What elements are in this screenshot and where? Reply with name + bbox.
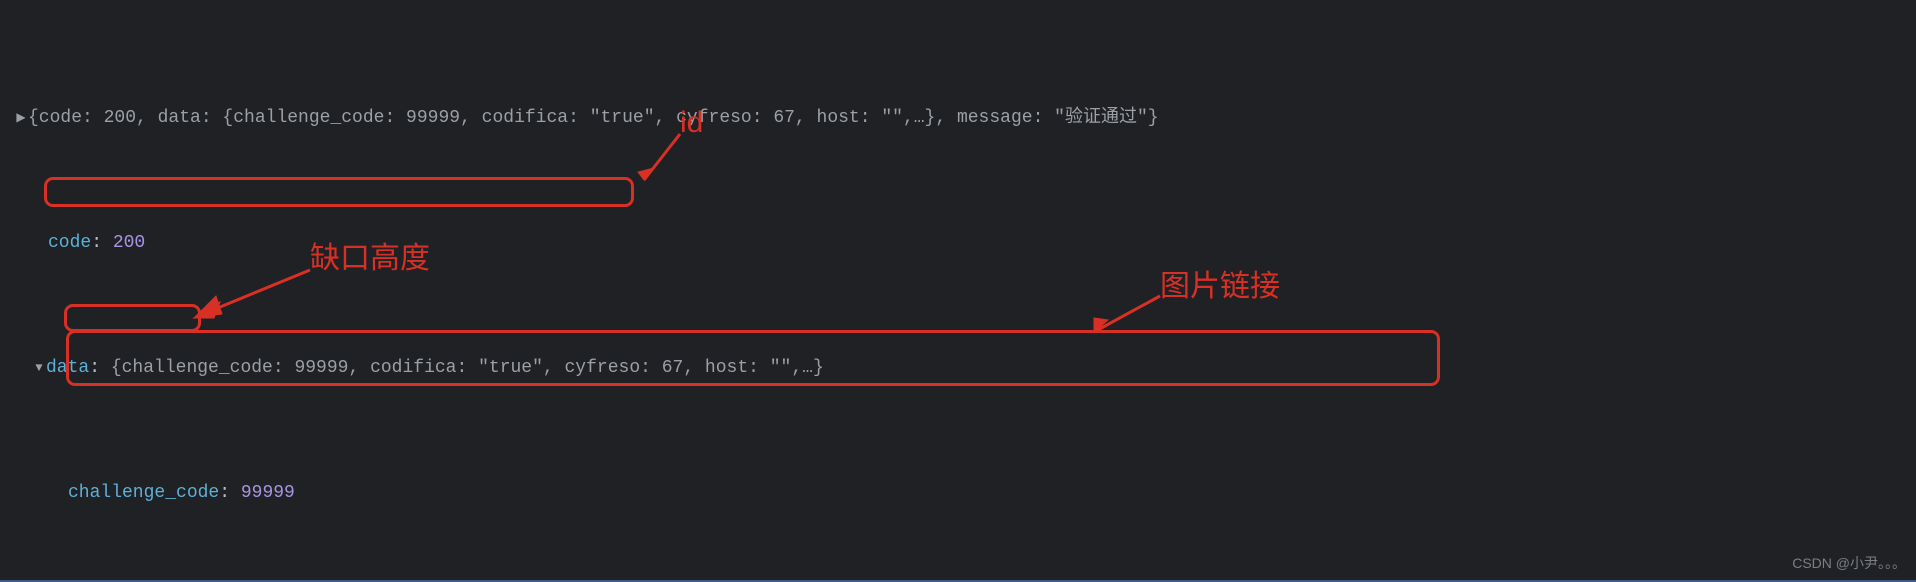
- value-number: 200: [113, 231, 145, 256]
- value-number: 99999: [241, 481, 295, 506]
- watermark: CSDN @小尹。。。: [1792, 551, 1906, 576]
- chevron-down-icon[interactable]: ▶: [14, 106, 28, 131]
- key-label: data: [46, 356, 89, 381]
- tree-row: ▶ {code: 200, data: {challenge_code: 999…: [14, 106, 1914, 131]
- property-challenge-code: challenge_code: 99999: [14, 481, 1914, 506]
- chevron-down-icon[interactable]: ▼: [32, 356, 46, 381]
- json-tree: ▶ {code: 200, data: {challenge_code: 999…: [0, 0, 1916, 582]
- property-code: code: 200: [14, 231, 1914, 256]
- object-summary: {challenge_code: 99999, codifica: "true"…: [111, 356, 824, 381]
- key-label: challenge_code: [68, 481, 219, 506]
- property-data[interactable]: ▼ data: {challenge_code: 99999, codifica…: [14, 356, 1914, 381]
- object-summary: {code: 200, data: {challenge_code: 99999…: [28, 106, 1159, 131]
- key-label: code: [48, 231, 91, 256]
